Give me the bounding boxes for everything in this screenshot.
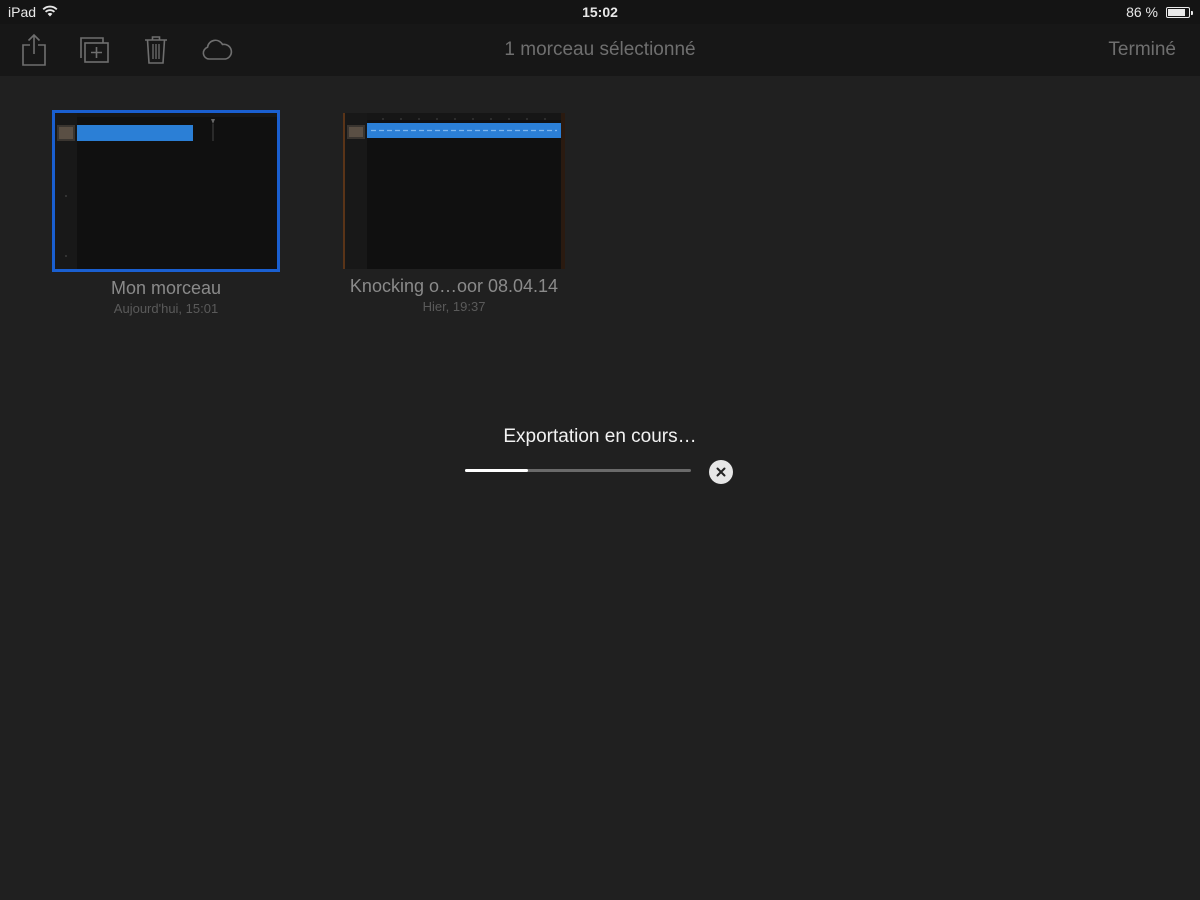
- selection-title: 1 morceau sélectionné: [504, 39, 696, 60]
- document-name: Knocking o…oor 08.04.14: [349, 276, 559, 296]
- export-status-label: Exportation en cours…: [503, 426, 697, 447]
- document-mon-morceau[interactable]: Mon morceau Aujourd'hui, 15:01: [46, 108, 286, 323]
- export-progress-bar: [465, 469, 691, 472]
- app-screen: iPad 15:02 86 % 1 morceau sélectionné Te…: [0, 0, 1200, 900]
- toolbar: 1 morceau sélectionné Terminé: [0, 24, 1200, 76]
- export-progress-fill: [465, 469, 529, 472]
- battery-percent: 86 %: [1126, 4, 1158, 20]
- done-button[interactable]: Terminé: [1108, 39, 1176, 61]
- cancel-export-button[interactable]: [709, 460, 733, 484]
- document-thumbnail[interactable]: [343, 113, 565, 269]
- battery-icon: [1166, 6, 1193, 18]
- document-date: Hier, 19:37: [422, 299, 486, 314]
- document-date: Aujourd'hui, 15:01: [113, 301, 219, 316]
- document-knocking[interactable]: Knocking o…oor 08.04.14 Hier, 19:37: [334, 108, 574, 323]
- document-thumbnail[interactable]: [52, 110, 280, 272]
- project-preview-graphic: [55, 113, 277, 269]
- status-right: 86 %: [1126, 4, 1193, 20]
- battery-fill: [1168, 8, 1185, 16]
- status-bar: iPad 15:02 86 %: [0, 0, 1200, 24]
- document-name: Mon morceau: [110, 278, 222, 298]
- project-preview-graphic: [343, 113, 565, 269]
- status-time: 15:02: [582, 4, 618, 20]
- close-icon: [716, 467, 726, 477]
